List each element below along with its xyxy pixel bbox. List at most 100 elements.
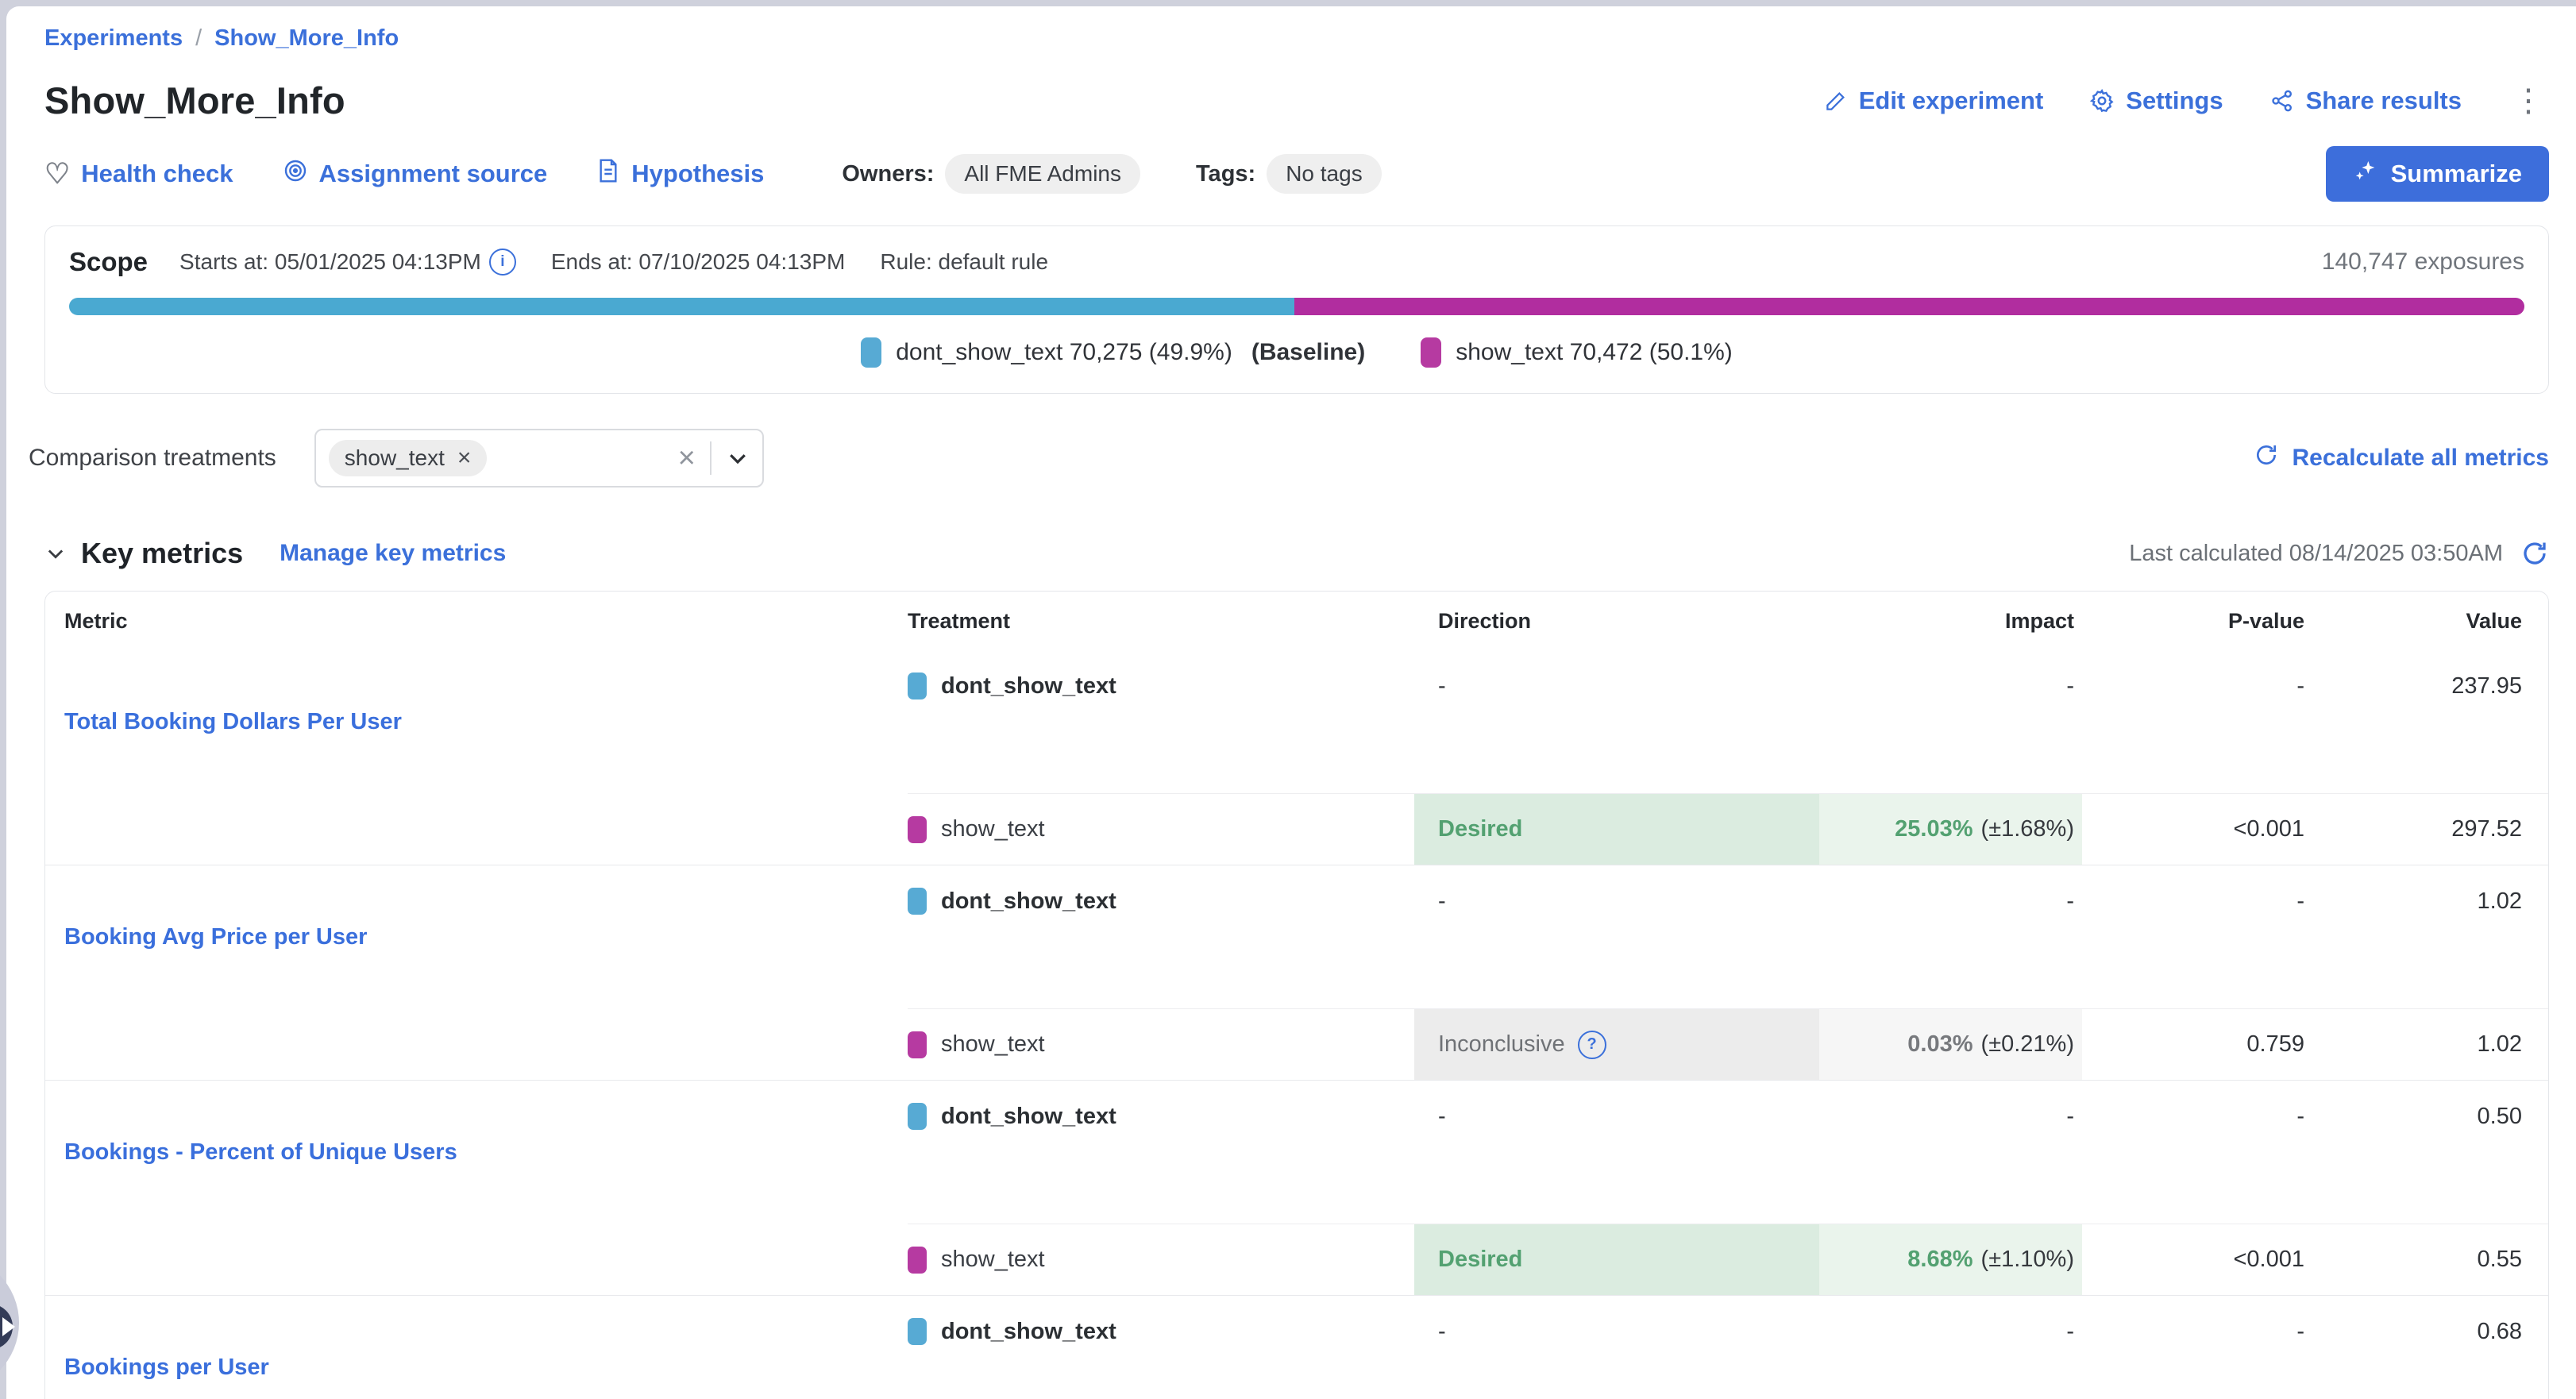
select-divider: [710, 441, 711, 475]
hypothesis-label: Hypothesis: [631, 160, 764, 188]
scope-card: Scope Starts at: 05/01/2025 04:13PM i En…: [44, 225, 2549, 394]
pvalue-cell: -: [2082, 650, 2304, 722]
legend-baseline-suffix: (Baseline): [1251, 339, 1365, 366]
treatment-chip[interactable]: show_text ×: [329, 440, 488, 476]
direction-cell: -: [1414, 1081, 1819, 1152]
pvalue-cell: <0.001: [2082, 1224, 2304, 1295]
tags-pill[interactable]: No tags: [1267, 154, 1382, 194]
treatment-color-swatch: [908, 816, 927, 843]
select-clear-icon[interactable]: ×: [678, 443, 696, 473]
value-cell: 1.02: [2304, 865, 2548, 937]
treatment-cell: show_text: [908, 793, 1414, 865]
recalculate-all-metrics-button[interactable]: Recalculate all metrics: [2254, 442, 2549, 474]
treatment-cell: dont_show_text: [908, 650, 1414, 722]
sparkles-icon: [2353, 158, 2378, 190]
health-check-link[interactable]: ♡ Health check: [44, 160, 233, 188]
impact-cell: -: [1819, 1296, 2082, 1367]
settings-label: Settings: [2126, 87, 2223, 115]
exposure-split-bar: [69, 298, 2524, 315]
scope-rule: Rule: default rule: [880, 249, 1048, 275]
more-options-kebab-icon[interactable]: ⋮: [2508, 85, 2549, 117]
share-results-button[interactable]: Share results: [2269, 87, 2462, 115]
assignment-source-link[interactable]: Assignment source: [283, 158, 548, 190]
impact-cell: -: [1819, 650, 2082, 722]
direction-cell: -: [1414, 1296, 1819, 1367]
treatment-cell: show_text: [908, 1224, 1414, 1295]
impact-cell: 25.03%(±1.68%): [1819, 793, 2082, 865]
impact-cell: 0.03%(±0.21%): [1819, 1008, 2082, 1080]
treatment-color-swatch: [908, 1247, 927, 1274]
share-icon: [2269, 88, 2295, 114]
owners-pill[interactable]: All FME Admins: [945, 154, 1140, 194]
summarize-button[interactable]: Summarize: [2326, 146, 2549, 202]
scope-ends-at: Ends at: 07/10/2025 04:13PM: [551, 249, 846, 275]
legend-treatment-text: show_text 70,472 (50.1%): [1456, 339, 1733, 366]
page-title: Show_More_Info: [44, 79, 345, 122]
breadcrumb-experiments-link[interactable]: Experiments: [44, 25, 183, 52]
column-header-direction: Direction: [1414, 609, 1819, 634]
document-icon: [596, 158, 620, 190]
chevron-down-icon[interactable]: [726, 446, 750, 470]
gear-icon: [2089, 88, 2115, 114]
metric-group: Booking Avg Price per User dont_show_tex…: [45, 865, 2548, 1080]
metric-group: Bookings per User dont_show_text - - - 0…: [45, 1295, 2548, 1399]
treatment-cell: dont_show_text: [908, 865, 1414, 937]
help-icon[interactable]: ?: [1578, 1031, 1606, 1059]
impact-cell: -: [1819, 865, 2082, 937]
health-check-label: Health check: [81, 160, 233, 188]
metric-link[interactable]: Booking Avg Price per User: [64, 924, 367, 950]
column-header-pvalue: P-value: [2082, 609, 2304, 634]
edit-experiment-button[interactable]: Edit experiment: [1824, 87, 2044, 115]
treatment-bar-segment: [1294, 298, 2524, 315]
hypothesis-link[interactable]: Hypothesis: [596, 158, 764, 190]
treatment-cell: dont_show_text: [908, 1081, 1414, 1152]
treatment-color-swatch: [908, 1318, 927, 1345]
app-viewport: Experiments / Show_More_Info Show_More_I…: [0, 0, 2576, 1399]
value-cell: 0.55: [2304, 1224, 2548, 1295]
impact-cell: -: [1819, 1081, 2082, 1152]
treatment-chip-label: show_text: [345, 445, 445, 471]
direction-cell: Desired: [1414, 1224, 1819, 1295]
value-cell: 237.95: [2304, 650, 2548, 722]
comparison-treatments-label: Comparison treatments: [29, 445, 276, 472]
heart-icon: ♡: [44, 160, 70, 188]
pencil-icon: [1824, 89, 1848, 113]
value-cell: 0.68: [2304, 1296, 2548, 1367]
pvalue-cell: -: [2082, 1081, 2304, 1152]
summarize-label: Summarize: [2391, 160, 2522, 188]
metric-link[interactable]: Total Booking Dollars Per User: [64, 709, 402, 735]
owners-label: Owners:: [842, 161, 934, 187]
metric-group: Bookings - Percent of Unique Users dont_…: [45, 1080, 2548, 1295]
value-cell: 297.52: [2304, 793, 2548, 865]
scope-starts-at: Starts at: 05/01/2025 04:13PM i: [179, 249, 516, 276]
key-metrics-last-calculated: Last calculated 08/14/2025 03:50AM: [2129, 539, 2549, 568]
collapse-chevron-icon[interactable]: [44, 542, 67, 565]
key-metrics-table: Metric Treatment Direction Impact P-valu…: [44, 591, 2549, 1399]
info-icon[interactable]: i: [489, 249, 516, 276]
value-cell: 1.02: [2304, 1008, 2548, 1080]
column-header-value: Value: [2304, 609, 2548, 634]
direction-cell: Desired: [1414, 793, 1819, 865]
chip-remove-icon[interactable]: ×: [457, 446, 472, 470]
direction-cell: Inconclusive?: [1414, 1008, 1819, 1080]
legend-baseline-text: dont_show_text 70,275 (49.9%): [896, 339, 1232, 366]
metric-group: Total Booking Dollars Per User dont_show…: [45, 650, 2548, 865]
baseline-bar-segment: [69, 298, 1294, 315]
breadcrumb-current-link[interactable]: Show_More_Info: [214, 25, 399, 52]
pvalue-cell: -: [2082, 865, 2304, 937]
metric-link[interactable]: Bookings - Percent of Unique Users: [64, 1139, 457, 1166]
refresh-icon[interactable]: [2520, 539, 2549, 568]
pvalue-cell: <0.001: [2082, 793, 2304, 865]
baseline-swatch: [861, 337, 881, 368]
treatment-cell: dont_show_text: [908, 1296, 1414, 1367]
key-metrics-title: Key metrics: [81, 537, 243, 570]
comparison-treatments-select[interactable]: show_text × ×: [314, 429, 764, 488]
tags-label: Tags:: [1196, 161, 1255, 187]
settings-button[interactable]: Settings: [2089, 87, 2223, 115]
direction-cell: -: [1414, 865, 1819, 937]
metric-link[interactable]: Bookings per User: [64, 1355, 269, 1381]
manage-key-metrics-link[interactable]: Manage key metrics: [280, 540, 506, 567]
treatment-cell: show_text: [908, 1008, 1414, 1080]
experiment-page: Experiments / Show_More_Info Show_More_I…: [6, 6, 2576, 1399]
assignment-source-label: Assignment source: [319, 160, 548, 188]
